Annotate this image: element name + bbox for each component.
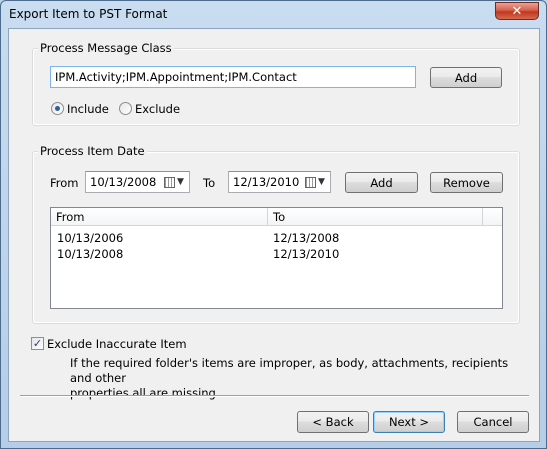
from-date-value: 10/13/2008 [90,175,157,189]
message-class-legend: Process Message Class [38,41,174,55]
row-1-to: 12/13/2008 [273,231,340,245]
exclude-inaccurate-label[interactable]: Exclude Inaccurate Item [47,337,187,351]
list-header: From To [51,208,502,226]
exclude-label[interactable]: Exclude [135,102,180,116]
from-label: From [50,176,79,190]
column-header-from[interactable]: From [51,208,268,226]
row-1-from: 10/13/2006 [57,231,124,245]
from-calendar-dropdown[interactable]: ▼ [164,173,190,191]
description-line-1: If the required folder's items are impro… [70,356,509,385]
calendar-icon [164,176,175,188]
item-date-legend: Process Item Date [38,144,147,158]
row-2-to: 12/13/2010 [273,247,340,261]
to-calendar-dropdown[interactable]: ▼ [305,173,331,191]
chevron-down-icon: ▼ [318,177,325,187]
dialog-body: Process Message Class IPM.Activity;IPM.A… [8,28,540,442]
description-line-2: properties all are missing. [70,386,220,400]
to-date-value: 12/13/2010 [233,175,300,189]
date-range-list[interactable]: From To 10/13/2006 12/13/2008 10/13/2008… [50,207,503,309]
checkmark-icon: ✓ [32,337,43,350]
title-bar[interactable]: Export Item to PST Format ✕ [1,1,546,27]
export-dialog-window: Export Item to PST Format ✕ Process Mess… [0,0,547,449]
include-label[interactable]: Include [67,102,109,116]
close-button[interactable]: ✕ [495,2,539,20]
column-header-to[interactable]: To [268,208,483,226]
add-message-class-button[interactable]: Add [430,67,502,88]
next-button[interactable]: Next > [373,411,445,433]
remove-date-range-button[interactable]: Remove [430,172,503,193]
chevron-down-icon: ▼ [177,177,184,187]
window-title: Export Item to PST Format [9,7,168,21]
row-2-from: 10/13/2008 [57,247,124,261]
close-icon: ✕ [511,3,523,19]
exclude-inaccurate-checkbox[interactable]: ✓ [31,337,44,350]
cancel-button[interactable]: Cancel [457,411,529,433]
add-date-range-button[interactable]: Add [345,172,418,193]
include-radio[interactable] [51,102,64,115]
to-label: To [203,176,216,190]
footer-separator [20,395,529,397]
message-class-input[interactable]: IPM.Activity;IPM.Appointment;IPM.Contact [50,66,416,88]
exclude-radio[interactable] [119,102,132,115]
calendar-icon [305,176,316,188]
back-button[interactable]: < Back [297,411,369,433]
